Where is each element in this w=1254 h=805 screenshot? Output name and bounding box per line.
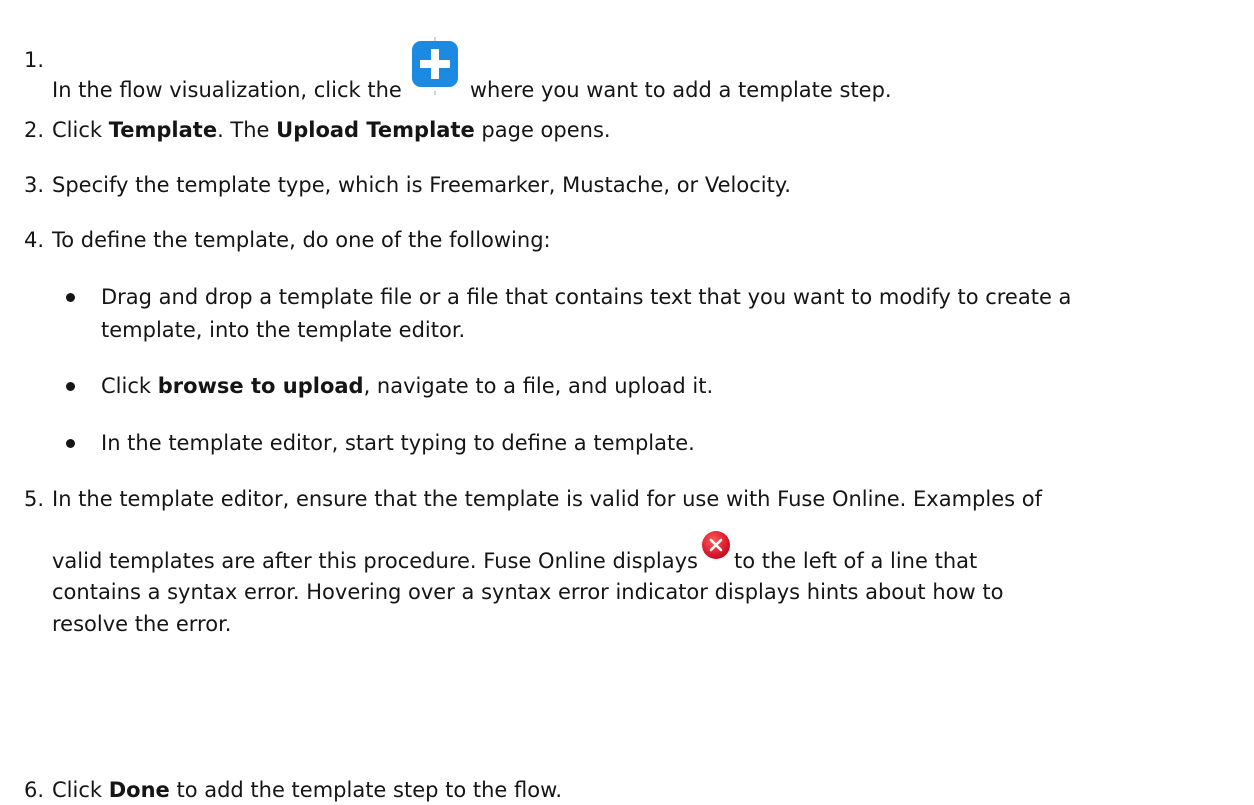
step-text-line: contains a syntax error. Hovering over a… xyxy=(52,580,1004,604)
step-text-after: where you want to add a template step. xyxy=(469,78,892,102)
bullet-dot xyxy=(66,439,75,448)
upload-template-label: Upload Template xyxy=(276,118,475,142)
step-text-part: to the left of a line that xyxy=(733,549,978,573)
bullet-text: In the template editor, start typing to … xyxy=(101,431,695,455)
step-text-line: In the template editor, ensure that the … xyxy=(52,487,1042,511)
step-number: 6. xyxy=(23,778,44,802)
bullet-text-line: template, into the template editor. xyxy=(101,318,466,342)
step-text-part: valid templates are after this procedure… xyxy=(52,549,698,573)
bullet-text: Click browse to upload, navigate to a fi… xyxy=(101,371,1250,401)
done-label: Done xyxy=(108,778,170,802)
plus-icon xyxy=(406,37,466,105)
step-number: 4. xyxy=(23,228,44,252)
bullet-dot xyxy=(66,293,75,302)
step-number: 5. xyxy=(23,487,44,511)
step-text: Specify the template type, which is Free… xyxy=(52,173,791,197)
template-label: Template xyxy=(108,118,218,142)
error-indicator-icon xyxy=(698,531,734,576)
step-text: In the flow visualization, click the whe… xyxy=(52,37,1248,105)
bullet-text-part: Click xyxy=(101,374,158,398)
step-text-line: valid templates are after this procedure… xyxy=(52,531,1248,576)
bullet-dot xyxy=(66,382,75,391)
bullet-text-line: Drag and drop a template file or a file … xyxy=(101,285,1072,309)
bullet-text-part: , navigate to a file, and upload it. xyxy=(363,374,714,398)
step-text-line: resolve the error. xyxy=(52,612,232,636)
browse-to-upload-label: browse to upload xyxy=(157,374,364,398)
step-text-part: Click xyxy=(52,778,109,802)
step-text-part: . The xyxy=(217,118,277,142)
step-text: Click Template. The Upload Template page… xyxy=(52,115,1248,145)
step-text-part: to add the template step to the flow. xyxy=(169,778,563,802)
step-text-part: page opens. xyxy=(474,118,611,142)
step-number: 2. xyxy=(23,118,44,142)
step-number: 3. xyxy=(23,173,44,197)
step-text-before: In the flow visualization, click the xyxy=(52,78,402,102)
step-text-part: Click xyxy=(52,118,109,142)
step-number: 1. xyxy=(23,48,44,72)
step-text: To define the template, do one of the fo… xyxy=(52,228,551,252)
step-text: Click Done to add the template step to t… xyxy=(52,775,1248,805)
